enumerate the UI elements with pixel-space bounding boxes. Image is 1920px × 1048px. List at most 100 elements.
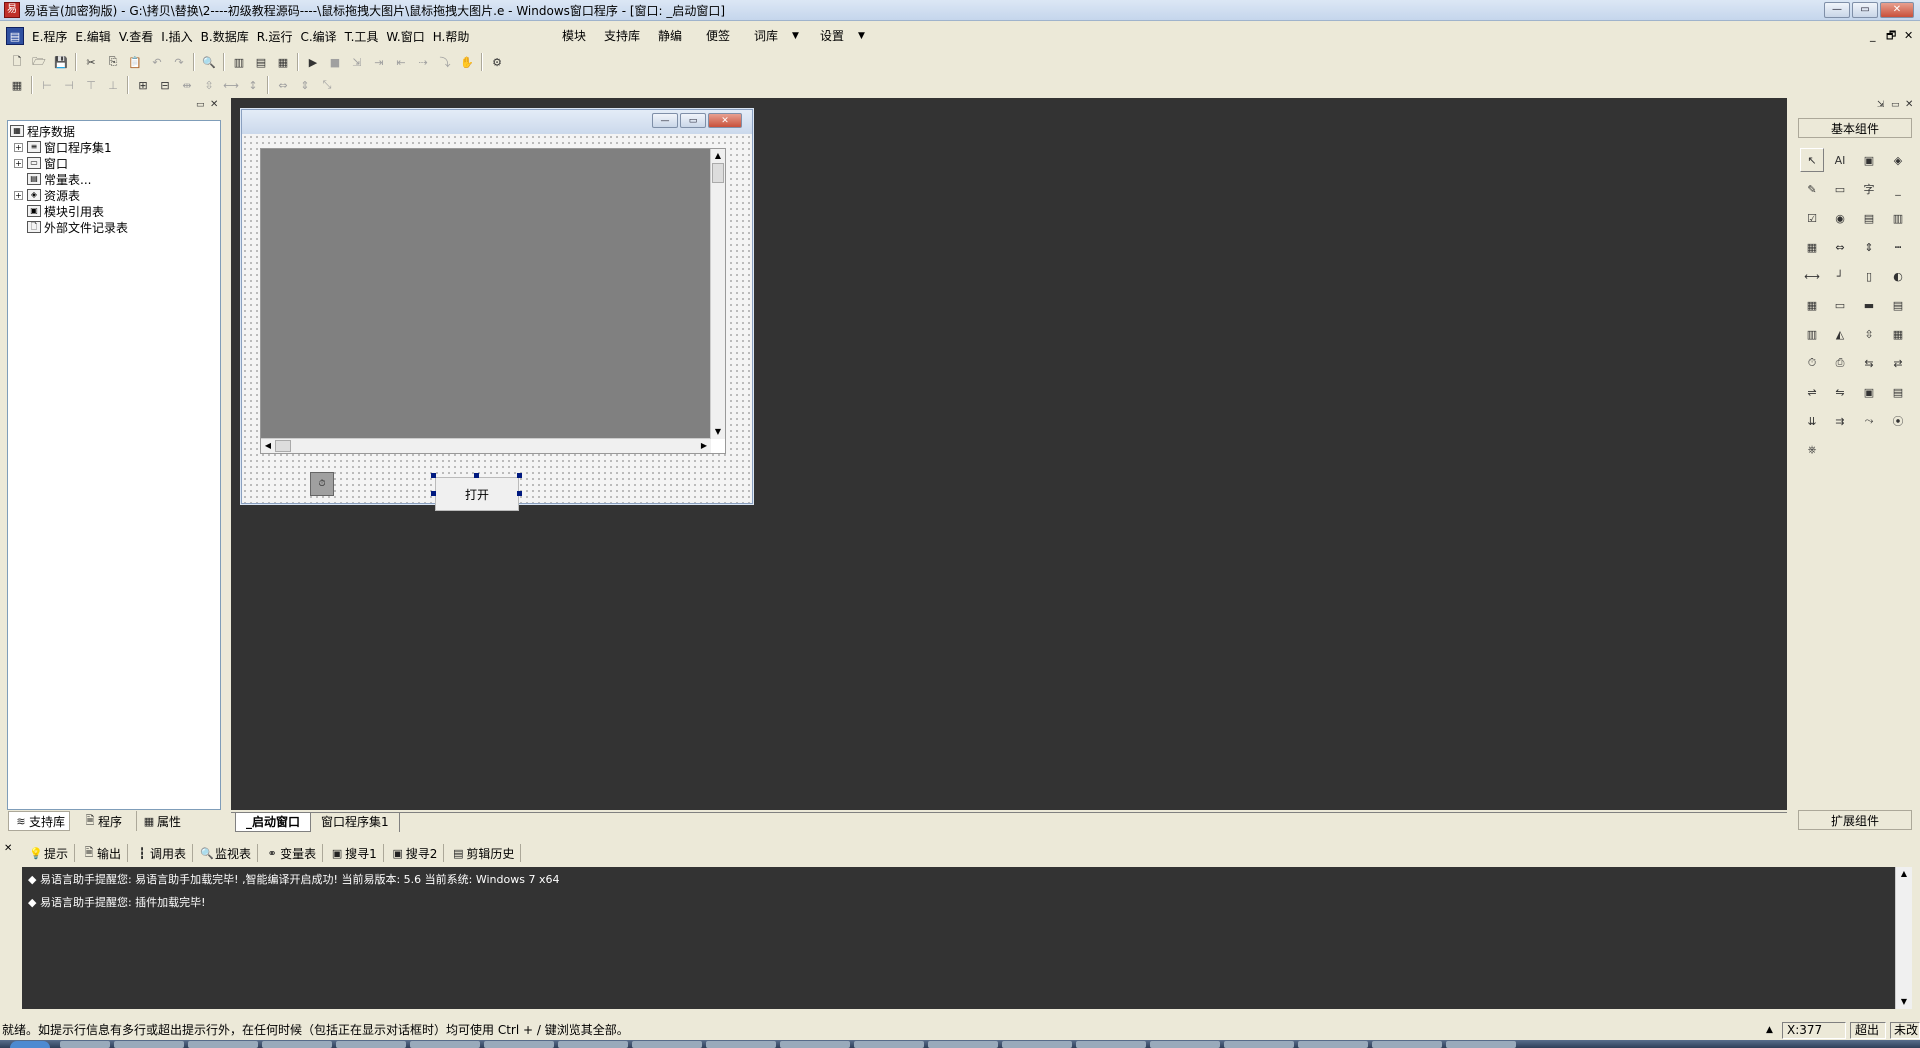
tab-search1[interactable]: ▣ 搜寻1 xyxy=(323,844,384,862)
scroll-right-icon[interactable]: ▶ xyxy=(697,439,711,453)
same-width-icon[interactable]: ⇹ xyxy=(176,75,198,95)
database-provider-icon[interactable]: ⇉ xyxy=(1828,409,1852,433)
horizontal-scroll-thumb[interactable] xyxy=(275,440,291,452)
data-source-icon[interactable]: ▤ xyxy=(1886,380,1910,404)
taskbar-item[interactable] xyxy=(854,1041,924,1048)
center-horizontal-icon[interactable]: ⊞ xyxy=(132,75,154,95)
start-button[interactable] xyxy=(10,1041,50,1048)
panel-restore-icon[interactable]: ▭ xyxy=(196,100,205,110)
new-file-icon[interactable]: 🗋 xyxy=(6,52,28,72)
taskbar-item[interactable] xyxy=(410,1041,480,1048)
tab-call-stack[interactable]: ┇ 调用表 xyxy=(128,844,194,862)
output-area[interactable]: ◆ 易语言助手提醒您: 易语言助手加载完毕! ,智能编译开启成功! 当前易版本:… xyxy=(22,867,1895,1009)
menu-tools[interactable]: T.工具 xyxy=(341,28,383,45)
taskbar-item[interactable] xyxy=(632,1041,702,1048)
taskbar-item[interactable] xyxy=(262,1041,332,1048)
center-vertical-icon[interactable]: ⊟ xyxy=(154,75,176,95)
tree-item-window[interactable]: + ▭ 窗口 xyxy=(14,155,68,171)
size-width-icon[interactable]: ⇔ xyxy=(272,75,294,95)
expand-icon[interactable]: + xyxy=(14,158,23,168)
align-left-icon[interactable]: ⊢ xyxy=(36,75,58,95)
table-icon[interactable]: ▣ xyxy=(1857,380,1881,404)
taskbar-item[interactable] xyxy=(1002,1041,1072,1048)
run-icon[interactable]: ▶ xyxy=(302,52,324,72)
taskbar-item[interactable] xyxy=(558,1041,628,1048)
align-bottom-icon[interactable]: ⊥ xyxy=(102,75,124,95)
server-icon[interactable]: ⇌ xyxy=(1800,380,1824,404)
cut-icon[interactable]: ✂ xyxy=(80,52,102,72)
expand-icon[interactable]: + xyxy=(14,142,23,152)
hand-icon[interactable]: ✋ xyxy=(456,52,478,72)
extended-components-header[interactable]: 扩展组件 xyxy=(1798,810,1912,830)
combobox-icon[interactable]: ▥ xyxy=(1886,206,1910,230)
tab-watch[interactable]: 🔍 监视表 xyxy=(193,844,259,862)
selection-handle[interactable] xyxy=(517,491,522,496)
step-over-icon[interactable]: ⇥ xyxy=(368,52,390,72)
basic-components-header[interactable]: 基本组件 xyxy=(1798,118,1912,138)
space-horizontal-icon[interactable]: ⟷ xyxy=(220,75,242,95)
menu-insert[interactable]: I.插入 xyxy=(157,28,196,45)
panel-restore-icon[interactable]: ▭ xyxy=(1891,100,1900,110)
selection-handle[interactable] xyxy=(431,491,436,496)
calendar-icon[interactable]: ▦ xyxy=(1800,293,1824,317)
menu-help[interactable]: H.帮助 xyxy=(429,28,474,45)
panel-close-icon[interactable]: ✕ xyxy=(210,99,218,110)
printer-icon[interactable]: ⎙ xyxy=(1828,351,1852,375)
scroll-down-icon[interactable]: ▼ xyxy=(711,425,725,439)
form-designer-window[interactable]: — ▭ ✕ ▲ ▼ ◀ ▶ ⏱ 打开 xyxy=(241,109,753,511)
timer-component-icon[interactable]: ⏱ xyxy=(310,472,334,496)
odbc-database-icon[interactable]: ⦿ xyxy=(1886,409,1910,433)
mdi-restore-button[interactable]: 🗗 xyxy=(1886,22,1896,50)
menu-window[interactable]: W.窗口 xyxy=(382,28,428,45)
frame-icon[interactable]: ▭ xyxy=(1828,177,1852,201)
slider-icon[interactable]: ⟷ xyxy=(1800,264,1824,288)
same-height-icon[interactable]: ⇳ xyxy=(198,75,220,95)
taskbar-item[interactable] xyxy=(706,1041,776,1048)
menu-settings[interactable]: 设置 xyxy=(820,22,844,50)
splitter-icon[interactable]: ┘ xyxy=(1828,264,1852,288)
layout1-icon[interactable]: ▥ xyxy=(228,52,250,72)
run-to-cursor-icon[interactable]: ⇢ xyxy=(412,52,434,72)
size-height-icon[interactable]: ⇕ xyxy=(294,75,316,95)
client-icon[interactable]: ⇄ xyxy=(1886,351,1910,375)
form-caption[interactable]: — ▭ ✕ xyxy=(242,110,752,134)
shape-icon[interactable]: ◈ xyxy=(1886,148,1910,172)
timer-icon[interactable]: ⏱ xyxy=(1800,351,1824,375)
form-maximize-button[interactable]: ▭ xyxy=(680,113,706,128)
tab-properties[interactable]: ▦ 属性 xyxy=(136,811,185,831)
scroll-down-icon[interactable]: ▼ xyxy=(1897,995,1911,1009)
output-scrollbar[interactable]: ▲ ▼ xyxy=(1895,867,1912,1009)
adjuster-icon[interactable]: ⇳ xyxy=(1857,322,1881,346)
tab-support-lib[interactable]: ≋ 支持库 xyxy=(8,811,71,831)
menu-edit[interactable]: E.编辑 xyxy=(71,28,114,45)
hscrollbar-icon[interactable]: ⇔ xyxy=(1828,235,1852,259)
undo-icon[interactable]: ↶ xyxy=(146,52,168,72)
scroll-left-icon[interactable]: ◀ xyxy=(261,439,275,453)
dialog-icon[interactable]: ▦ xyxy=(1886,322,1910,346)
dictionary-dropdown-icon[interactable]: ▼ xyxy=(792,22,799,50)
menu-modules[interactable]: 模块 xyxy=(562,22,586,50)
menu-database[interactable]: B.数据库 xyxy=(197,28,253,45)
taskbar-item[interactable] xyxy=(1224,1041,1294,1048)
taskbar-item[interactable] xyxy=(114,1041,184,1048)
selection-handle[interactable] xyxy=(431,473,436,478)
expand-icon[interactable]: + xyxy=(14,190,23,200)
port-icon[interactable]: ⇋ xyxy=(1828,380,1852,404)
tab-hints[interactable]: 💡 提示 xyxy=(22,844,76,862)
tree-item-constants[interactable]: ▤ 常量表... xyxy=(27,171,91,187)
scroll-up-icon[interactable]: ▲ xyxy=(1897,867,1911,881)
panel-pin-icon[interactable]: ⇲ xyxy=(1877,100,1885,110)
form-client-area[interactable]: ▲ ▼ ◀ ▶ ⏱ 打开 xyxy=(242,134,752,511)
close-button[interactable]: ✕ xyxy=(1880,2,1914,18)
tree-item-module-refs[interactable]: ▣ 模块引用表 xyxy=(27,203,104,219)
panel-close-icon[interactable]: ✕ xyxy=(1905,99,1913,110)
progress-icon[interactable]: ┅ xyxy=(1886,235,1910,259)
menu-run[interactable]: R.运行 xyxy=(253,28,297,45)
tree-item-external-files[interactable]: 🗋 外部文件记录表 xyxy=(27,219,128,235)
taskbar-item[interactable] xyxy=(1446,1041,1516,1048)
taskbar-item[interactable] xyxy=(1372,1041,1442,1048)
space-vertical-icon[interactable]: ↕ xyxy=(242,75,264,95)
menu-view[interactable]: V.查看 xyxy=(115,28,157,45)
vertical-scrollbar[interactable]: ▲ ▼ xyxy=(710,149,725,439)
data-exchange-icon[interactable]: ⇆ xyxy=(1857,351,1881,375)
